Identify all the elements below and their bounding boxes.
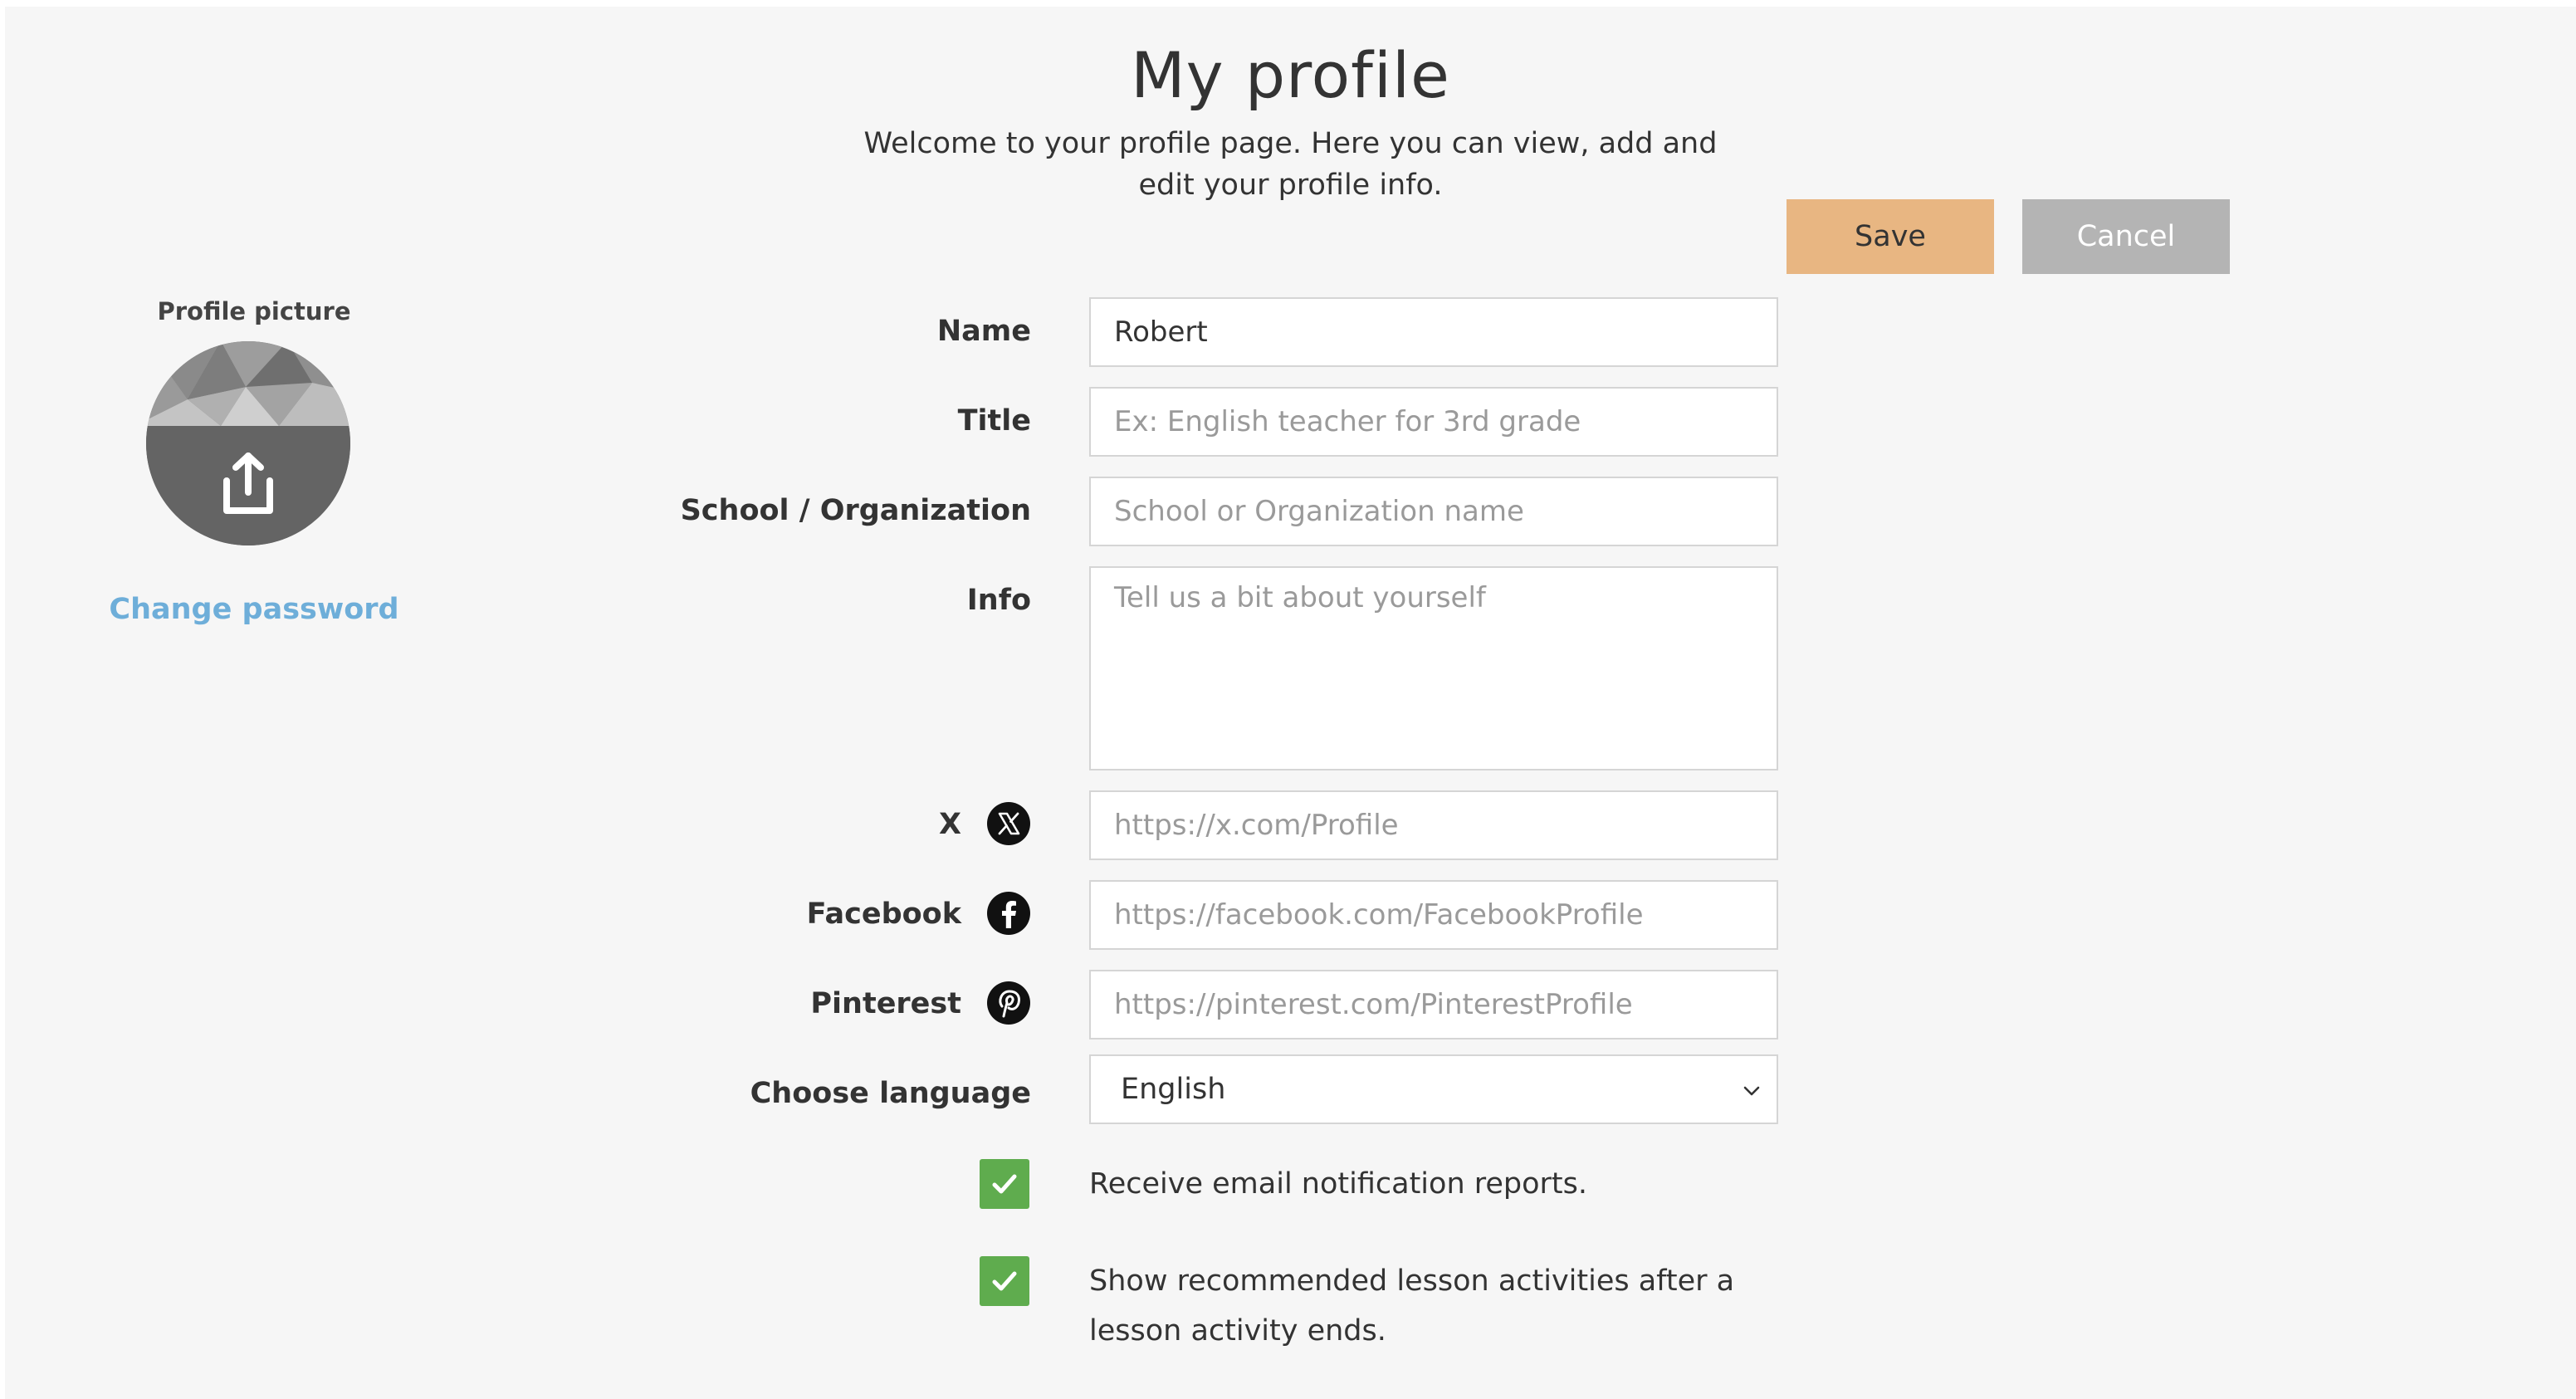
upload-icon — [223, 452, 273, 514]
recommended-activities-checkbox[interactable] — [980, 1256, 1029, 1306]
save-button[interactable]: Save — [1787, 199, 1994, 274]
organization-input[interactable] — [1089, 477, 1778, 546]
name-label: Name — [936, 315, 1031, 348]
language-label: Choose language — [750, 1077, 1031, 1110]
profile-picture-label: Profile picture — [157, 297, 351, 325]
pinterest-label: Pinterest — [810, 987, 961, 1020]
checkmark-icon — [992, 1271, 1017, 1291]
checkmark-icon — [992, 1174, 1017, 1194]
recommended-activities-line-2: lesson activity ends. — [1089, 1314, 1386, 1348]
profile-page: My profile Welcome to your profile page.… — [5, 7, 2576, 1399]
pinterest-url-input[interactable] — [1089, 970, 1778, 1039]
organization-label: School / Organization — [680, 494, 1031, 527]
x-logo-icon — [987, 802, 1030, 845]
page-title: My profile — [1131, 38, 1450, 112]
subtitle-line-1: Welcome to your profile page. Here you c… — [863, 127, 1718, 160]
name-input[interactable] — [1089, 297, 1778, 367]
chevron-down-icon — [1743, 1086, 1760, 1096]
x-label: X — [939, 808, 961, 841]
title-label: Title — [957, 404, 1031, 438]
info-label: Info — [966, 584, 1031, 617]
x-url-input[interactable] — [1089, 790, 1778, 860]
facebook-label: Facebook — [806, 898, 961, 931]
email-notifications-checkbox[interactable] — [980, 1159, 1029, 1209]
cancel-button[interactable]: Cancel — [2022, 199, 2230, 274]
language-select[interactable]: English — [1089, 1054, 1778, 1124]
recommended-activities-line-1: Show recommended lesson activities after… — [1089, 1264, 1735, 1298]
pinterest-logo-icon — [987, 981, 1030, 1025]
info-textarea[interactable] — [1089, 566, 1778, 770]
change-password-link[interactable]: Change password — [55, 593, 453, 626]
facebook-url-input[interactable] — [1089, 880, 1778, 950]
email-notifications-text: Receive email notification reports. — [1089, 1167, 1588, 1201]
language-selected-value: English — [1121, 1073, 1226, 1106]
recommended-activities-text: Show recommended lesson activities after… — [1089, 1256, 1734, 1356]
facebook-logo-icon — [987, 892, 1030, 935]
profile-picture-upload[interactable] — [146, 341, 350, 545]
page-subtitle: Welcome to your profile page. Here you c… — [5, 123, 2576, 206]
title-input[interactable] — [1089, 387, 1778, 457]
